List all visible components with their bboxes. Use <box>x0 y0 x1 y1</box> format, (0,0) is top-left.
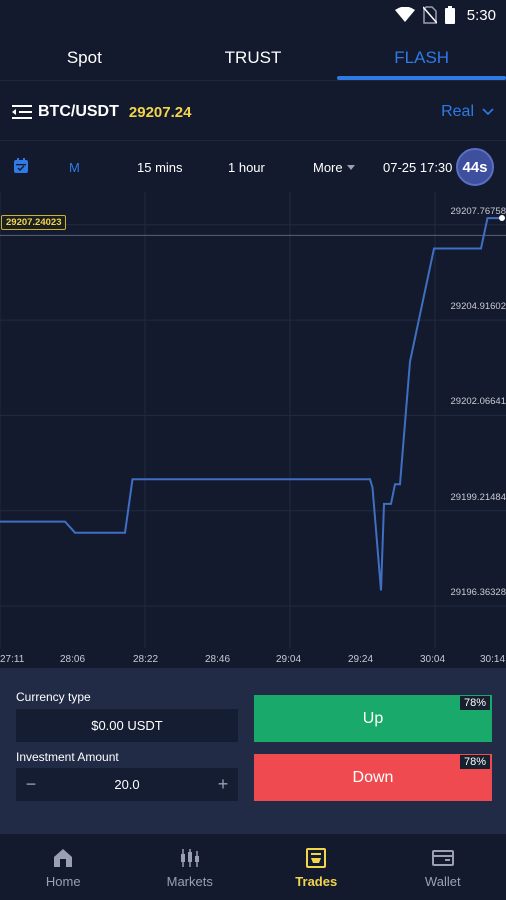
down-payout-badge: 78% <box>459 755 490 769</box>
x-tick-label: 29:24 <box>348 654 374 665</box>
nav-label-trades: Trades <box>295 873 338 889</box>
pair-divider <box>0 140 506 141</box>
wifi-icon <box>394 7 415 22</box>
y-tick-label: 29204.91602 <box>450 301 506 313</box>
up-button-label: Up <box>362 709 384 727</box>
trades-icon <box>306 847 327 868</box>
interval-minute[interactable]: M <box>69 160 80 175</box>
interval-more[interactable]: More <box>313 160 355 175</box>
battery-icon <box>444 6 455 24</box>
account-mode-select[interactable]: Real <box>441 103 494 121</box>
nav-item-home[interactable]: Home <box>0 834 127 900</box>
nav-item-trades[interactable]: Trades <box>253 834 380 900</box>
home-icon <box>54 848 73 867</box>
interval-15-mins[interactable]: 15 mins <box>137 160 183 175</box>
investment-amount-label: Investment Amount <box>16 750 119 764</box>
down-button[interactable]: Down 78% <box>254 754 492 801</box>
y-tick-label: 29207.76758 <box>450 205 506 217</box>
investment-amount-stepper: − 20.0 + <box>16 768 238 801</box>
pair-name[interactable]: BTC/USDT <box>38 103 119 121</box>
wallet-icon <box>431 849 454 866</box>
current-price-tag: 29207.24023 <box>1 215 67 230</box>
nav-label-home: Home <box>45 873 81 889</box>
tab-spot[interactable]: Spot <box>0 36 169 80</box>
x-tick-label: 28:06 <box>60 654 86 665</box>
caret-down-icon <box>346 164 355 170</box>
increase-amount-button[interactable]: + <box>208 768 238 801</box>
pair-menu-icon[interactable] <box>12 104 32 120</box>
currency-type-label: Currency type <box>16 690 91 704</box>
y-tick-label: 29196.36328 <box>450 587 506 599</box>
tab-flash[interactable]: FLASH <box>337 36 506 80</box>
up-button[interactable]: Up 78% <box>254 695 492 742</box>
x-tick-label: 29:04 <box>276 654 302 665</box>
x-tick-label: 30:14 <box>480 654 506 665</box>
markets-icon <box>180 848 199 867</box>
pair-price: 29207.24 <box>128 103 192 121</box>
price-chart-svg <box>0 192 506 648</box>
calendar-icon[interactable] <box>13 158 29 174</box>
interval-more-label: More <box>313 159 343 175</box>
y-tick-label: 29199.21484 <box>450 491 506 503</box>
investment-amount-value[interactable]: 20.0 <box>114 777 139 792</box>
x-tick-label: 28:46 <box>205 654 231 665</box>
account-mode-label: Real <box>441 103 474 120</box>
x-tick-label: 30:04 <box>420 654 446 665</box>
pair-bar: BTC/USDT 29207.24 Real <box>0 92 506 132</box>
down-button-label: Down <box>352 768 394 786</box>
round-datetime: 07-25 17:30 <box>383 159 453 175</box>
price-chart[interactable]: 29207.24023 29207.76758 29204.91602 29202.… <box>0 192 506 668</box>
nav-label-wallet: Wallet <box>424 873 461 889</box>
chevron-down-icon <box>482 108 494 116</box>
tabs-divider <box>0 80 506 81</box>
nav-label-markets: Markets <box>166 873 213 889</box>
tab-trust[interactable]: TRUST <box>169 36 338 80</box>
no-sim-icon <box>422 6 437 24</box>
interval-1-hour[interactable]: 1 hour <box>228 160 265 175</box>
bottom-navigation: Home Markets Trades Wallet <box>0 834 506 900</box>
decrease-amount-button[interactable]: − <box>16 768 46 801</box>
nav-item-wallet[interactable]: Wallet <box>380 834 506 900</box>
nav-item-markets[interactable]: Markets <box>127 834 254 900</box>
status-bar: 5:30 <box>0 0 506 30</box>
x-tick-label: 27:11 <box>0 654 25 665</box>
interval-bar: M 15 mins 1 hour More 07-25 17:30 44s <box>0 146 506 188</box>
status-time: 5:30 <box>466 6 496 24</box>
x-tick-label: 28:22 <box>133 654 159 665</box>
order-panel: Currency type $0.00 USDT Investment Amou… <box>0 668 506 834</box>
price-series-line <box>0 217 500 591</box>
countdown-timer: 44s <box>456 148 494 186</box>
y-tick-label: 29202.06641 <box>450 396 506 408</box>
trade-mode-tabs: Spot TRUST FLASH <box>0 36 506 80</box>
currency-type-select[interactable]: $0.00 USDT <box>16 709 238 742</box>
up-payout-badge: 78% <box>459 696 490 710</box>
